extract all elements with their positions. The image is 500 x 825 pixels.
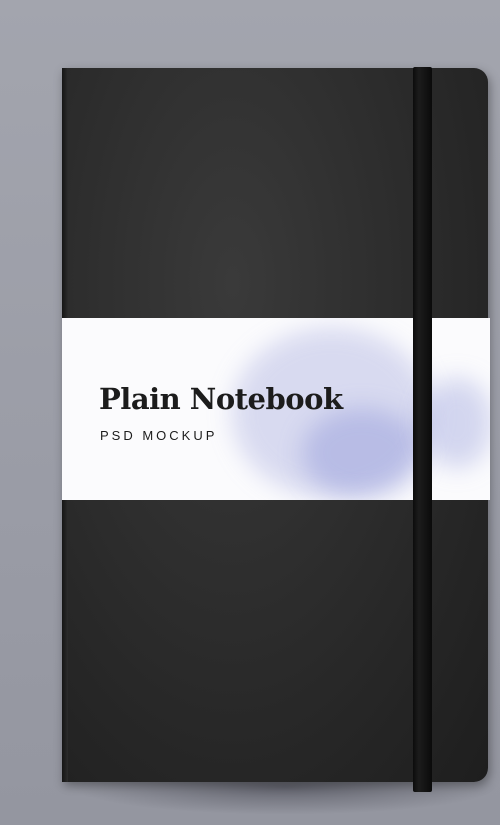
elastic-band: [413, 67, 432, 792]
label-title: Plain Notebook: [99, 382, 343, 416]
watercolor-wash: [302, 408, 422, 498]
label-subtitle: PSD MOCKUP: [100, 428, 218, 443]
watercolor-wash: [422, 378, 490, 468]
